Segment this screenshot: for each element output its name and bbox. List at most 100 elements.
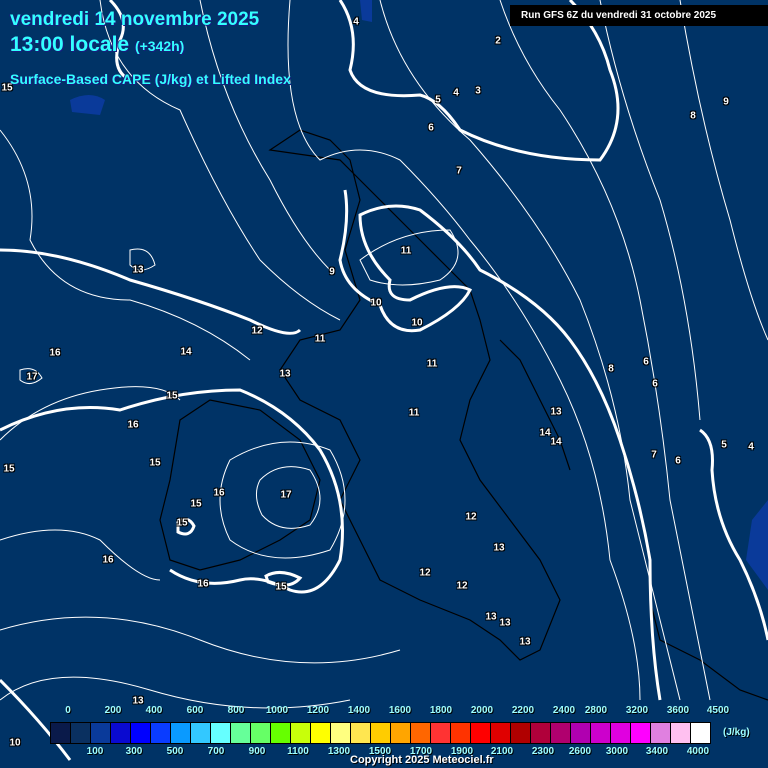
legend-label-bottom: 2100 <box>490 746 514 757</box>
legend-swatch <box>171 723 191 743</box>
contour-label: 12 <box>465 511 477 523</box>
contour-label: 4 <box>453 87 459 99</box>
contour-label: 12 <box>456 580 468 592</box>
contour-label: 15 <box>166 390 178 402</box>
legend-label-bottom: 300 <box>125 746 143 757</box>
contour-label: 17 <box>280 489 292 501</box>
contour-label: 15 <box>275 581 287 593</box>
legend-label-top: 4500 <box>706 705 730 716</box>
contour-label: 6 <box>428 122 434 134</box>
legend-swatch <box>631 723 651 743</box>
legend-label-bottom: 1100 <box>287 746 309 757</box>
legend-swatch <box>571 723 591 743</box>
contour-label: 9 <box>723 96 729 108</box>
legend-swatch <box>271 723 291 743</box>
lead-time: (+342h) <box>134 38 185 54</box>
contour-label: 9 <box>329 266 335 278</box>
contour-label: 13 <box>499 617 511 629</box>
legend-label-top: 1600 <box>388 705 412 716</box>
run-label: Run GFS 6Z du vendredi 31 octobre 2025 <box>510 5 768 26</box>
contour-label: 11 <box>314 333 326 345</box>
legend-swatch <box>371 723 391 743</box>
legend-swatch <box>391 723 411 743</box>
legend-swatch <box>311 723 331 743</box>
legend-label-top: 800 <box>227 705 245 716</box>
contour-label: 13 <box>132 695 144 707</box>
legend-swatch <box>191 723 211 743</box>
legend-swatch <box>551 723 571 743</box>
cape-patch-north <box>360 0 372 22</box>
contour-label: 6 <box>675 455 681 467</box>
contour-label: 7 <box>456 165 462 177</box>
legend-swatch <box>491 723 511 743</box>
contour-label: 13 <box>132 264 144 276</box>
contour-label: 10 <box>370 297 382 309</box>
contour-label: 13 <box>279 368 291 380</box>
legend-label-bottom: 2300 <box>531 746 555 757</box>
cape-legend <box>50 722 711 744</box>
legend-swatch <box>251 723 271 743</box>
contour-label: 2 <box>495 35 501 47</box>
legend-label-bottom: 4000 <box>686 746 710 757</box>
contour-label: 11 <box>408 407 420 419</box>
contour-label: 8 <box>608 363 614 375</box>
legend-swatch <box>411 723 431 743</box>
legend-label-top: 0 <box>65 705 71 716</box>
legend-swatch <box>111 723 131 743</box>
legend-swatch <box>511 723 531 743</box>
contour-label: 14 <box>550 436 562 448</box>
contour-label: 16 <box>102 554 114 566</box>
legend-swatch <box>71 723 91 743</box>
legend-label-top: 1400 <box>347 705 371 716</box>
legend-label-top: 1000 <box>265 705 289 716</box>
legend-label-bottom: 3000 <box>605 746 629 757</box>
legend-swatch <box>431 723 451 743</box>
contour-label: 4 <box>353 16 359 28</box>
contour-label: 13 <box>485 611 497 623</box>
legend-swatch <box>651 723 671 743</box>
contour-label: 12 <box>251 325 263 337</box>
contour-label: 8 <box>690 110 696 122</box>
legend-label-bottom: 2600 <box>568 746 592 757</box>
cape-patch-west <box>70 95 105 115</box>
legend-label-bottom: 3400 <box>645 746 669 757</box>
legend-label-top: 600 <box>186 705 204 716</box>
contour-label: 17 <box>26 371 38 383</box>
legend-swatch <box>211 723 231 743</box>
legend-label-top: 2800 <box>584 705 608 716</box>
legend-label-top: 1200 <box>306 705 330 716</box>
legend-label-top: 2000 <box>470 705 494 716</box>
contour-label: 4 <box>748 441 754 453</box>
contour-label: 16 <box>127 419 139 431</box>
contour-label: 11 <box>400 245 412 257</box>
contour-label: 10 <box>411 317 423 329</box>
legend-swatch <box>331 723 351 743</box>
legend-unit: (J/kg) <box>723 727 750 738</box>
contour-label: 11 <box>426 358 438 370</box>
copyright: Copyright 2025 Meteociel.fr <box>350 754 494 766</box>
contour-label: 15 <box>190 498 202 510</box>
legend-swatch <box>471 723 491 743</box>
legend-label-top: 400 <box>145 705 163 716</box>
contour-label: 14 <box>539 427 551 439</box>
contour-label: 13 <box>519 636 531 648</box>
contour-label: 6 <box>652 378 658 390</box>
legend-label-top: 3200 <box>625 705 649 716</box>
contour-label: 13 <box>493 542 505 554</box>
legend-label-bottom: 500 <box>166 746 184 757</box>
legend-label-top: 200 <box>104 705 122 716</box>
coastlines <box>159 129 768 701</box>
legend-swatch <box>611 723 631 743</box>
legend-swatch <box>231 723 251 743</box>
legend-swatch <box>91 723 111 743</box>
legend-swatch <box>691 723 710 743</box>
contour-label: 7 <box>651 449 657 461</box>
weather-map: 4 2 5 4 3 15 6 7 8 9 11 13 9 10 10 12 11 16 14 11 6 8 6 17 13 15 1… <box>0 0 768 768</box>
legend-swatch <box>591 723 611 743</box>
contour-label: 10 <box>9 737 21 749</box>
local-time: 13:00 locale <box>10 33 130 56</box>
parameter-title: Surface-Based CAPE (J/kg) et Lifted Inde… <box>10 71 291 87</box>
contour-label: 3 <box>475 85 481 97</box>
legend-label-top: 3600 <box>666 705 690 716</box>
legend-swatch <box>531 723 551 743</box>
